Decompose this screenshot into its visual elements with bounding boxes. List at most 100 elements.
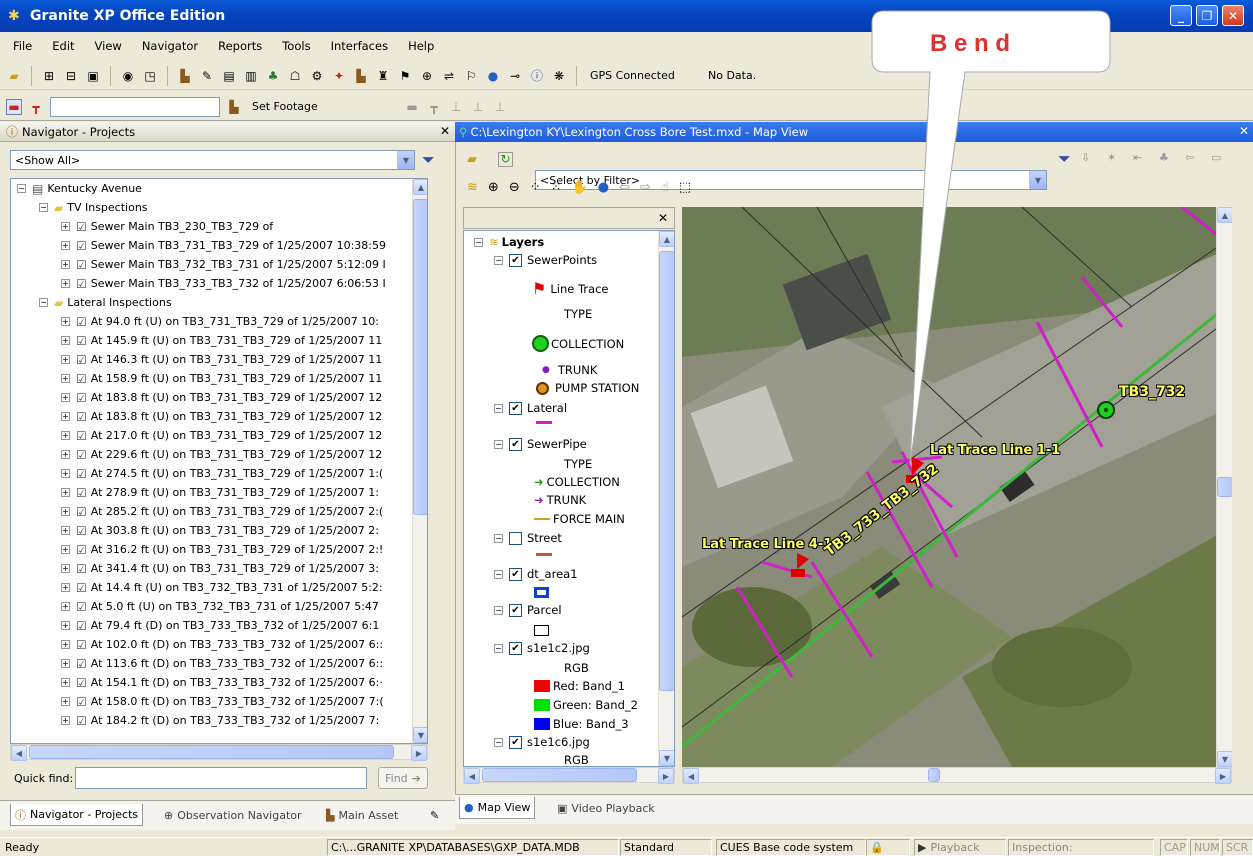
- layer-checkbox[interactable]: ✔: [509, 567, 522, 581]
- layers-vscrollbar[interactable]: ▲ ▼: [658, 231, 674, 766]
- expand-toggle[interactable]: +: [61, 545, 70, 554]
- tee-icon[interactable]: ┳: [28, 99, 44, 115]
- tree-node[interactable]: + ☑ At 316.2 ft (U) on TB3_731_TB3_729 of …: [11, 540, 411, 559]
- pipe-tool-icon-4[interactable]: ⊥: [470, 99, 486, 115]
- tree-node[interactable]: + ☑ At 5.0 ft (U) on TB3_732_TB3_731 of 1/…: [11, 597, 411, 616]
- expand-toggle[interactable]: +: [61, 279, 70, 288]
- tree-node[interactable]: + ☑ At 184.2 ft (D) on TB3_733_TB3_732 of …: [11, 711, 411, 730]
- expand-toggle[interactable]: +: [61, 412, 70, 421]
- layer-checkbox[interactable]: ✔: [509, 641, 522, 655]
- scroll-right-arrow[interactable]: ▶: [1215, 768, 1231, 784]
- open-folder-icon[interactable]: ▰: [467, 152, 477, 167]
- scroll-up-arrow[interactable]: ▲: [413, 179, 427, 195]
- collapse-toggle[interactable]: −: [494, 439, 503, 449]
- tool-icon-1[interactable]: ⊞: [41, 68, 57, 84]
- scroll-down-arrow[interactable]: ▼: [659, 750, 674, 766]
- map-hscrollbar[interactable]: ◀ ▶: [682, 767, 1232, 784]
- scroll-thumb[interactable]: [659, 251, 674, 691]
- expand-toggle[interactable]: +: [61, 374, 70, 383]
- close-button[interactable]: ✕: [1222, 5, 1244, 26]
- expand-toggle[interactable]: +: [61, 659, 70, 668]
- expand-toggle[interactable]: +: [61, 697, 70, 706]
- zoom-in-icon[interactable]: ⊕: [488, 180, 499, 195]
- menu-navigator[interactable]: Navigator: [139, 37, 201, 55]
- menu-tools[interactable]: Tools: [279, 37, 313, 55]
- trace-tool-icon-2[interactable]: ⇤: [1133, 151, 1142, 164]
- expand-toggle[interactable]: −: [17, 184, 26, 193]
- tree-node[interactable]: + ☑ At 158.9 ft (U) on TB3_731_TB3_729 of …: [11, 369, 411, 388]
- collapse-toggle[interactable]: −: [494, 605, 503, 615]
- expand-toggle[interactable]: +: [61, 621, 70, 630]
- window-icon[interactable]: ◳: [142, 68, 158, 84]
- layer-checkbox[interactable]: ✔: [509, 437, 522, 451]
- tree-node[interactable]: + ☑ At 94.0 ft (U) on TB3_731_TB3_729 of 1…: [11, 312, 411, 331]
- settings-icon[interactable]: ❋: [551, 68, 567, 84]
- hscroll-thumb[interactable]: [482, 768, 637, 782]
- select-features-icon[interactable]: ⬚: [679, 180, 691, 195]
- asset-icon[interactable]: ▙: [177, 68, 193, 84]
- pipe-tool-icon-2[interactable]: ┳: [426, 99, 442, 115]
- tree-node[interactable]: + ☑ At 154.1 ft (D) on TB3_733_TB3_732 of …: [11, 673, 411, 692]
- trace-tool-icon-4[interactable]: ⇦: [1185, 151, 1194, 164]
- collapse-toggle[interactable]: −: [494, 643, 503, 653]
- filter-icon[interactable]: ⏷: [422, 150, 435, 170]
- tree-node[interactable]: + ☑ At 229.6 ft (U) on TB3_731_TB3_729 of …: [11, 445, 411, 464]
- expand-toggle[interactable]: +: [61, 564, 70, 573]
- scroll-down-arrow[interactable]: ▼: [413, 727, 427, 743]
- tree-node[interactable]: + ☑ At 341.4 ft (U) on TB3_731_TB3_729 of …: [11, 559, 411, 578]
- fixed-zoom-out-icon[interactable]: ⁙: [551, 180, 562, 195]
- layers-hscrollbar[interactable]: ◀ ▶: [463, 767, 675, 784]
- tree-node[interactable]: − ▰ TV Inspections: [11, 198, 411, 217]
- scroll-left-arrow[interactable]: ◀: [683, 768, 699, 784]
- expand-toggle[interactable]: +: [61, 469, 70, 478]
- expand-toggle[interactable]: −: [39, 203, 48, 212]
- expand-toggle[interactable]: +: [61, 393, 70, 402]
- scroll-left-arrow[interactable]: ◀: [464, 768, 480, 784]
- tree-node[interactable]: + ☑ At 303.8 ft (U) on TB3_731_TB3_729 of …: [11, 521, 411, 540]
- close-mapview-icon[interactable]: ✕: [1239, 124, 1249, 138]
- tool-icon-17[interactable]: ⊸: [507, 68, 523, 84]
- layer-sewerpoints[interactable]: − ✔ SewerPoints: [494, 253, 597, 267]
- layer-checkbox[interactable]: ✔: [509, 401, 522, 415]
- tab-overflow[interactable]: ✎: [426, 804, 443, 826]
- tree-node[interactable]: + ☑ Sewer Main TB3_230_TB3_729 of: [11, 217, 411, 236]
- scroll-thumb[interactable]: [413, 199, 427, 515]
- layer-checkbox[interactable]: ✔: [509, 253, 522, 267]
- fixed-zoom-in-icon[interactable]: ⁘: [530, 180, 541, 195]
- maximize-button[interactable]: ❐: [1196, 5, 1218, 26]
- trace-tool-icon-5[interactable]: ▭: [1211, 151, 1221, 164]
- menu-view[interactable]: View: [92, 37, 125, 55]
- globe-icon[interactable]: ●: [485, 68, 501, 84]
- quick-find-input[interactable]: [75, 767, 367, 789]
- expand-toggle[interactable]: +: [61, 602, 70, 611]
- layer-lateral[interactable]: − ✔ Lateral: [494, 401, 567, 415]
- full-extent-globe-icon[interactable]: ●: [598, 180, 609, 195]
- tree-node[interactable]: + ☑ Sewer Main TB3_731_TB3_729 of 1/25/200…: [11, 236, 411, 255]
- tab-video-playback[interactable]: ▣ Video Playback: [553, 797, 659, 819]
- tool-icon-6[interactable]: ▥: [243, 68, 259, 84]
- layer-sewerpipe[interactable]: − ✔ SewerPipe: [494, 437, 587, 451]
- tree-node[interactable]: + ☑ At 183.8 ft (U) on TB3_731_TB3_729 of …: [11, 388, 411, 407]
- tree-node[interactable]: + ☑ Sewer Main TB3_733_TB3_732 of 1/25/200…: [11, 274, 411, 293]
- expand-toggle[interactable]: +: [61, 526, 70, 535]
- scroll-down-arrow[interactable]: ▼: [1217, 751, 1232, 767]
- tree-node[interactable]: + ☑ At 102.0 ft (D) on TB3_733_TB3_732 of …: [11, 635, 411, 654]
- tool-icon-9[interactable]: ⚙: [309, 68, 325, 84]
- menu-reports[interactable]: Reports: [215, 37, 265, 55]
- expand-toggle[interactable]: +: [61, 355, 70, 364]
- scroll-right-arrow[interactable]: ▶: [411, 745, 427, 761]
- refresh-icon[interactable]: ↻: [498, 152, 513, 167]
- trace-tool-icon-3[interactable]: ♣: [1159, 151, 1169, 164]
- tree-node[interactable]: + ☑ At 113.6 ft (D) on TB3_733_TB3_732 of …: [11, 654, 411, 673]
- tree-node[interactable]: + ☑ At 285.2 ft (U) on TB3_731_TB3_729 of …: [11, 502, 411, 521]
- tree-node[interactable]: + ☑ At 145.9 ft (U) on TB3_731_TB3_729 of …: [11, 331, 411, 350]
- expand-toggle[interactable]: +: [61, 507, 70, 516]
- find-button[interactable]: Find ➔: [378, 767, 428, 789]
- scroll-right-arrow[interactable]: ▶: [658, 768, 674, 784]
- info-icon[interactable]: ⓘ: [529, 68, 545, 84]
- footage-input[interactable]: [50, 96, 220, 117]
- pipe-tool-icon-1[interactable]: ▬: [404, 99, 420, 115]
- close-navigator-icon[interactable]: ✕: [440, 124, 450, 138]
- tree-node[interactable]: − ▤ Kentucky Avenue: [11, 179, 411, 198]
- layer-street[interactable]: − Street: [494, 531, 562, 545]
